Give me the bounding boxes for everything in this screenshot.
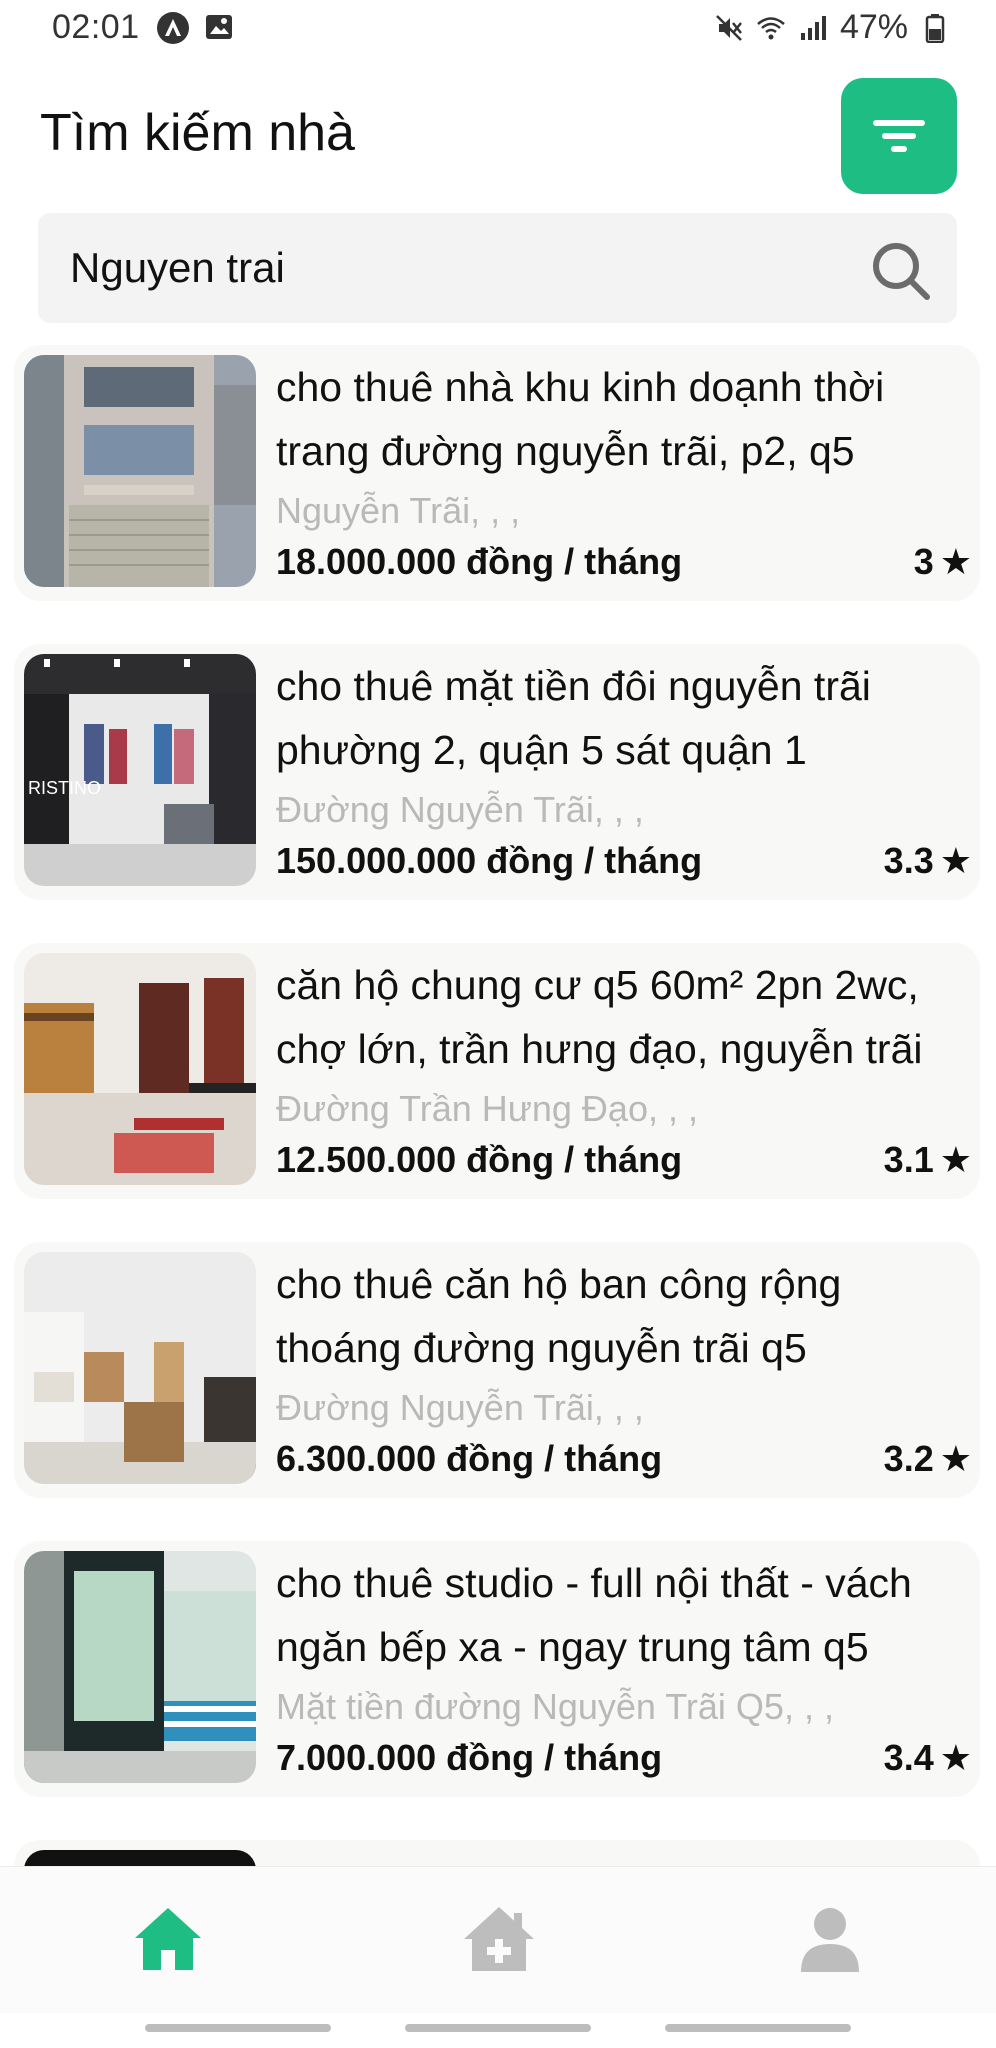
filter-icon — [873, 120, 925, 152]
listing-title: cho thuê studio - full nội thất - vách n… — [276, 1560, 912, 1670]
bottom-nav — [0, 1866, 996, 2013]
star-icon: ★ — [939, 1737, 972, 1778]
listing-photo — [24, 1850, 256, 1866]
listing-price: 12.500.000 đồng / tháng — [276, 1139, 683, 1180]
listing-photo — [24, 1252, 256, 1484]
rating-value: 3.2 — [883, 1438, 934, 1479]
battery-level: 47% — [839, 8, 908, 46]
user-icon — [801, 1908, 859, 1972]
image-notification-icon — [204, 12, 234, 42]
listing-rating: 3 ★ — [914, 541, 972, 583]
listing-title: căn hộ chung cư q5 60m² 2pn 2wc, chợ lớn… — [276, 962, 923, 1072]
listing-title: cho thuê nhà khu kinh doạnh thời trang đ… — [276, 364, 885, 474]
listing-photo: RISTINO — [24, 654, 256, 886]
listing-rating: 3.4 ★ — [884, 1737, 972, 1779]
system-nav-bar — [405, 2024, 591, 2032]
status-time: 02:01 — [52, 8, 140, 46]
listing-rating: 3.2 ★ — [884, 1438, 972, 1480]
listing-photo — [24, 1551, 256, 1783]
search-box — [38, 213, 957, 323]
listing-price: 6.300.000 đồng / tháng — [276, 1438, 663, 1479]
system-nav-bar — [145, 2024, 331, 2032]
status-bar: 02:01 47% — [0, 0, 996, 60]
add-house-icon — [464, 1907, 534, 1971]
star-icon: ★ — [939, 1438, 972, 1479]
listing-price: 150.000.000 đồng / tháng — [276, 840, 703, 881]
search-input[interactable] — [70, 213, 830, 323]
listing-photo — [24, 355, 256, 587]
home-icon — [135, 1908, 201, 1970]
listing-price: 7.000.000 đồng / tháng — [276, 1737, 663, 1778]
listing-card[interactable] — [14, 1840, 980, 1866]
listing-card[interactable]: cho thuê nhà khu kinh doạnh thời trang đ… — [14, 345, 980, 601]
rating-value: 3 — [913, 541, 934, 582]
listing-rating: 3.1 ★ — [884, 1139, 972, 1181]
wifi-icon — [756, 13, 786, 43]
listing-address: Nguyễn Trãi, , , — [276, 490, 521, 531]
listing-title: cho thuê mặt tiền đôi nguyễn trãi phường… — [276, 663, 871, 773]
listing-address: Đường Nguyễn Trãi, , , — [276, 1387, 644, 1428]
listing-card[interactable]: cho thuê căn hộ ban công rộng thoáng đườ… — [14, 1242, 980, 1498]
rating-value: 3.1 — [883, 1139, 934, 1180]
listing-address: Đường Trần Hưng Đạo, , , — [276, 1088, 698, 1129]
listing-address: Mặt tiền đường Nguyễn Trãi Q5, , , — [276, 1686, 834, 1727]
search-icon[interactable] — [867, 237, 935, 305]
page-title: Tìm kiếm nhà — [40, 104, 355, 162]
star-icon: ★ — [939, 1139, 972, 1180]
nav-home[interactable] — [113, 1889, 223, 1989]
mute-icon — [714, 13, 744, 43]
listing-rating: 3.3 ★ — [884, 840, 972, 882]
listing-card[interactable]: căn hộ chung cư q5 60m² 2pn 2wc, chợ lớn… — [14, 943, 980, 1199]
nav-add-house[interactable] — [444, 1889, 554, 1989]
rating-value: 3.3 — [883, 840, 934, 881]
listing-photo — [24, 953, 256, 1185]
listing-price: 18.000.000 đồng / tháng — [276, 541, 683, 582]
listing-list[interactable]: cho thuê nhà khu kinh doạnh thời trang đ… — [0, 344, 996, 1866]
nav-profile[interactable] — [775, 1889, 885, 1989]
battery-icon — [920, 13, 950, 43]
app-notification-icon — [157, 12, 189, 44]
listing-title: cho thuê căn hộ ban công rộng thoáng đườ… — [276, 1261, 842, 1371]
star-icon: ★ — [939, 541, 972, 582]
listing-card[interactable]: cho thuê studio - full nội thất - vách n… — [14, 1541, 980, 1797]
filter-button[interactable] — [841, 78, 957, 194]
listing-card[interactable]: RISTINO cho thuê mặt tiền đôi nguyễn trã… — [14, 644, 980, 900]
signal-icon — [798, 13, 828, 43]
system-nav-bar — [665, 2024, 851, 2032]
star-icon: ★ — [939, 840, 972, 881]
rating-value: 3.4 — [883, 1737, 934, 1778]
listing-address: Đường Nguyễn Trãi, , , — [276, 789, 644, 830]
svg-text:RISTINO: RISTINO — [28, 778, 101, 798]
